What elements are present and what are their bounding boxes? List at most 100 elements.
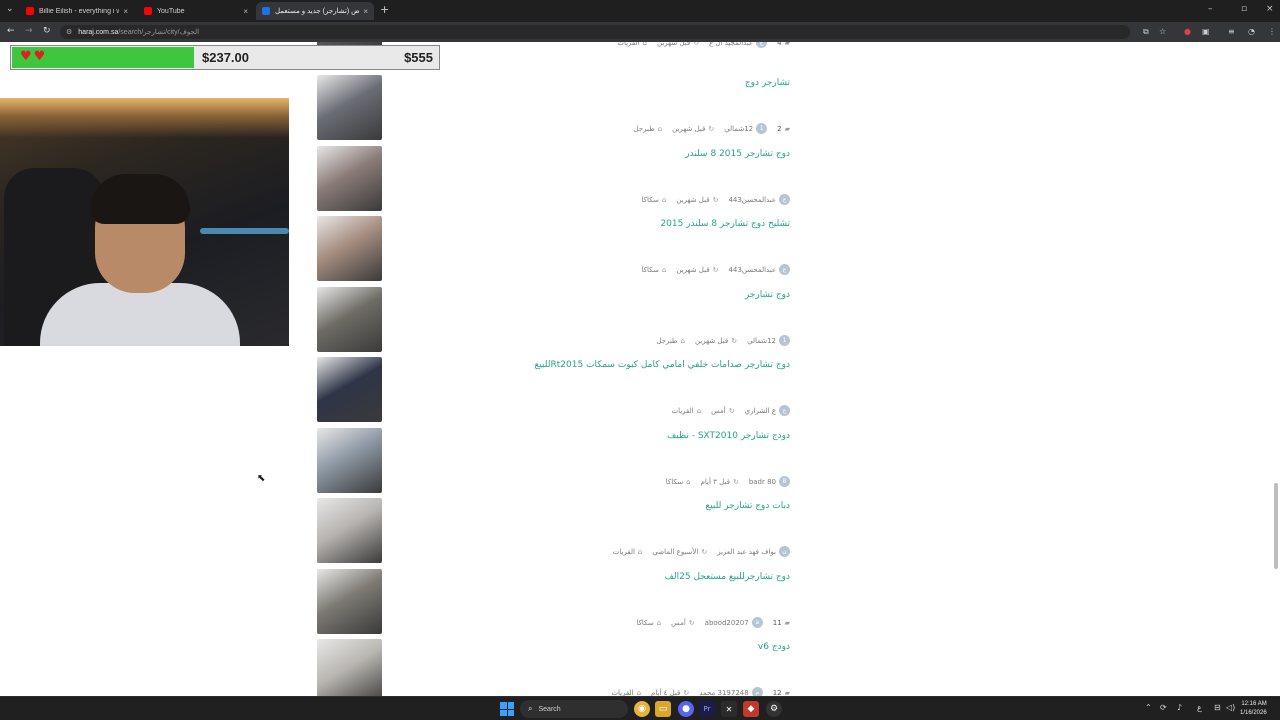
listing-thumbnail[interactable] [317,357,382,422]
listing-item[interactable]: دوج تشارجر 2015 8 سلندر ⌂ سكاكا ↻ قبل شهرين ع… [316,145,794,213]
listing-user[interactable]: Bbadr 80 [749,476,790,487]
network-icon[interactable]: ⊟ [1214,703,1221,712]
close-icon[interactable]: × [243,7,248,16]
forward-icon[interactable]: → [25,26,33,36]
listing-city[interactable]: ⌂ القريات [672,407,702,415]
settings-app-icon[interactable]: ⚙ [766,701,782,717]
listing-user[interactable]: a abood20207 [705,617,763,628]
listing-user[interactable]: 1 12شمالي [724,123,768,134]
listing-user[interactable]: ع عبدالمجيد ال ع [709,42,768,48]
tab-haraj[interactable]: افضل عروض (تشارجر) جديد و مستعمل × [256,2,374,20]
listing-user[interactable]: ع عبدالمحسن443 [728,194,790,205]
listing-title[interactable]: دودج v6 [758,642,790,652]
listing-item[interactable]: دوج تشارجرللبيع مستعجل 25الف ⌂ سكاكا ↻ أمس a a… [316,568,794,636]
page-scrollbar[interactable] [1274,483,1278,569]
listing-comments[interactable]: ▰ 12 [773,689,790,697]
listing-city[interactable]: ⌂ سكاكا [642,266,667,274]
listing-title[interactable]: دوج تشارجر 2015 8 سلندر [685,149,790,159]
site-info-icon[interactable]: ⚙ [66,28,72,36]
listing-thumbnail[interactable] [317,428,382,493]
listing-item[interactable]: دودج تشارجر SXT2010 - نظيف ⌂ سكاكا ↻ قبل ٣ أ… [316,427,794,495]
obs-icon[interactable]: ◆ [743,701,759,717]
url-host: haraj.com.sa [78,28,119,36]
listing-city[interactable]: ⌂ سكاكا [636,619,661,627]
chrome-icon[interactable]: ◉ [634,701,650,717]
listing-title[interactable]: دوج تشارجرللبيع مستعجل 25الف [665,572,790,582]
listing-city[interactable]: ⌂ سكاكا [666,478,691,486]
minimize-icon[interactable]: – [1208,4,1213,14]
listing-user[interactable]: عع الشراري [745,405,790,416]
window-close-icon[interactable]: × [1266,4,1274,14]
listing-item[interactable]: دودج v6 ⌂ القريات ↻ قبل ٤ أيام م 3197248 محمد ▰… [316,638,794,696]
listing-comments[interactable]: ▰ 2 [777,125,790,133]
refresh-icon: ↻ [683,688,690,697]
extensions-icon[interactable]: ▣ [1202,27,1210,36]
maximize-icon[interactable]: ▫ [1241,4,1247,14]
listing-item[interactable]: تشليح دوج تشارجر 8 سلندر 2015 ⌂ سكاكا ↻ قبل … [316,215,794,283]
listing-title[interactable]: دوج تشارجر [745,290,790,300]
listing-thumbnail[interactable] [317,498,382,563]
close-icon[interactable]: × [123,7,128,16]
listing-title[interactable]: تشارجر دوج [745,78,790,88]
install-app-icon[interactable]: ⧉ [1143,27,1149,37]
windows-taskbar: ⌕ Search ◉ ▭ ● Pr ✕ ◆ ⚙ ⌃ ⟳ ♪ ع ⊟ ◁) 12:… [0,696,1280,720]
bookmark-star-icon[interactable]: ☆ [1159,27,1166,36]
tray-mic-icon[interactable]: ♪ [1177,703,1182,712]
listing-title[interactable]: دبات دوج تشارجر للبيع [705,501,790,511]
reload-icon[interactable]: ↻ [43,26,51,36]
listing-user[interactable]: ن نواف فهد عبد العزيز [717,546,790,557]
premiere-icon[interactable]: Pr [699,701,715,717]
tray-chevron-icon[interactable]: ⌃ [1145,703,1152,712]
listing-city[interactable]: ⌂ القريات [613,548,643,556]
listing-city[interactable]: ⌂ طبرجل [633,125,662,133]
volume-icon[interactable]: ◁) [1226,703,1235,712]
location-icon: ⌂ [642,42,647,47]
menu-icon[interactable]: ⋮ [1268,27,1276,36]
windows-start-icon[interactable] [500,702,514,716]
listing-thumbnail[interactable] [317,639,382,696]
refresh-icon: ↻ [712,265,719,274]
app-icon[interactable]: ✕ [721,701,737,717]
city-label: سكاكا [665,477,684,486]
listing-comments[interactable]: ▰ 4 [777,42,790,47]
address-bar[interactable]: ⚙ haraj.com.sa /search/تشارجر/city/الجوف [60,25,1130,39]
listing-title[interactable]: دوج تشارجر صدامات خلفي امامي كامل كبوت س… [535,360,790,370]
extension-record-icon[interactable]: ● [1184,27,1191,36]
listing-item[interactable]: دوج تشارجر ⌂ طبرجل ↻ قبل شهرين 1 12شمالي [316,286,794,354]
file-explorer-icon[interactable]: ▭ [655,701,671,717]
listing-thumbnail[interactable] [317,75,382,140]
listing-thumbnail[interactable] [317,216,382,281]
listing-time: ↻ أمس [711,407,735,415]
listing-user[interactable]: م 3197248 محمد [699,687,763,696]
listing-meta: ⌂ القريات ↻ الأسبوع الماضي ن نواف فهد عبد الع… [613,546,790,557]
tab-billie-eilish[interactable]: Billie Eilish - everything i wanted × [20,2,134,20]
new-tab-button[interactable]: + [380,3,389,16]
language-indicator[interactable]: ع [1197,703,1202,712]
listing-item[interactable]: دوج تشارجر صدامات خلفي امامي كامل كبوت س… [316,356,794,424]
taskbar-search[interactable]: ⌕ Search [520,700,628,718]
tab-search-icon[interactable]: ⌄ [6,4,14,14]
listing-user[interactable]: 1 12شمالي [747,335,790,346]
listing-city[interactable]: ⌂ القريات [617,42,647,47]
listing-city[interactable]: ⌂ طبرجل [656,337,685,345]
listing-item[interactable]: دبات دوج تشارجر للبيع ⌂ القريات ↻ الأسبوع ال… [316,497,794,565]
listing-comments[interactable]: ▰ 11 [773,619,790,627]
system-clock[interactable]: 12:16 AM 1/16/2026 [1240,700,1267,718]
screen: ⌄ Billie Eilish - everything i wanted × … [0,0,1280,720]
listing-city[interactable]: ⌂ سكاكا [642,196,667,204]
listing-user[interactable]: ع عبدالمحسن443 [728,264,790,275]
listing-city[interactable]: ⌂ القريات [611,689,641,697]
listing-title[interactable]: تشليح دوج تشارجر 8 سلندر 2015 [660,219,790,229]
profile-icon[interactable]: ◔ [1248,27,1255,36]
back-icon[interactable]: ← [7,26,15,36]
listing-thumbnail[interactable] [317,146,382,211]
discord-icon[interactable]: ● [678,701,694,717]
tab-groups-icon[interactable]: ≡ [1228,27,1235,36]
tab-youtube[interactable]: YouTube × [138,2,254,20]
listing-title[interactable]: دودج تشارجر SXT2010 - نظيف [667,431,790,441]
tray-app-icon[interactable]: ⟳ [1160,703,1167,712]
listing-thumbnail[interactable] [317,287,382,352]
listing-thumbnail[interactable] [317,569,382,634]
close-icon[interactable]: × [363,7,368,16]
listing-item[interactable]: تشارجر دوج ⌂ طبرجل ↻ قبل شهرين 1 12شمالي ▰ 2 [316,74,794,142]
